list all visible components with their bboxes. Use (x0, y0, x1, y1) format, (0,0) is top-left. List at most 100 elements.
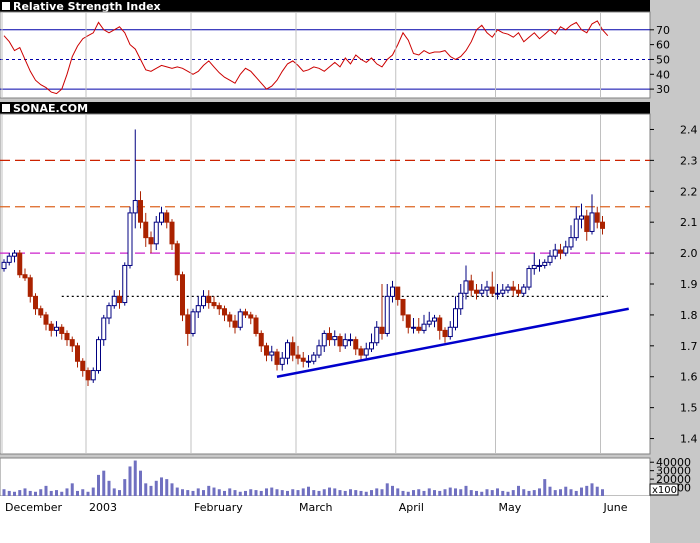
candle-body (358, 348, 364, 356)
candle-body (547, 255, 553, 263)
price-tick-label: 1.4 (680, 433, 698, 446)
stock-chart: Relative Strength Index 70 6050 40 30 SONAE… (0, 0, 700, 543)
candle-body (327, 332, 332, 341)
volume-bar (144, 483, 148, 496)
volume-bar (433, 490, 436, 496)
volume-bar (375, 488, 379, 496)
volume-bar (417, 489, 421, 496)
volume-bar (538, 488, 541, 496)
volume-bar (76, 490, 79, 496)
candle-body (542, 261, 548, 266)
volume-bar (160, 477, 163, 496)
volume-bar (506, 491, 510, 496)
volume-bar (170, 483, 174, 496)
volume-bar (233, 490, 237, 496)
volume-bar (2, 489, 6, 496)
volume-bar (191, 490, 195, 496)
volume-bar (107, 480, 111, 496)
candle-body (169, 221, 175, 245)
volume-bar (480, 491, 484, 496)
volume-bar (18, 490, 22, 496)
candle-body (510, 286, 516, 291)
candle-body (474, 289, 479, 294)
candle-body (311, 354, 317, 362)
price-tick-label: 2.2 (680, 185, 698, 198)
candle-body (531, 264, 537, 270)
volume-bar (585, 485, 589, 496)
volume-bar (490, 490, 494, 496)
candle-body (96, 339, 101, 372)
volume-bar (496, 488, 499, 496)
candle-body (243, 311, 248, 316)
candle-body (85, 370, 91, 381)
volume-bar (464, 485, 468, 496)
volume-bar (338, 490, 342, 496)
volume-bar (380, 489, 384, 496)
candle-body (453, 308, 458, 328)
candle-body (563, 246, 569, 254)
candle-body (589, 212, 595, 232)
price-y-axis: 2.4 2.3 2.2 2.1 2.0 1.9 1.8 1.7 1.6 1.5 1.4 (650, 123, 698, 446)
candle-body (54, 326, 59, 331)
volume-bar (65, 488, 69, 496)
price-plot-area (0, 113, 651, 455)
candle-body (6, 255, 12, 263)
volume-bar (454, 488, 457, 496)
candle-body (384, 295, 390, 334)
volume-bar (396, 488, 400, 496)
candle-body (353, 339, 359, 350)
volume-bar (354, 490, 358, 496)
candle-body (405, 314, 411, 328)
candle-body (584, 215, 590, 232)
volume-bar (438, 490, 442, 496)
volume-bar (370, 490, 373, 496)
volume-bar (427, 488, 431, 496)
candle-body (258, 332, 264, 347)
volume-bar (86, 491, 90, 496)
volume-bar (459, 489, 463, 496)
volume-bar (559, 489, 562, 496)
candle-body (122, 264, 128, 304)
month-label: February (194, 501, 243, 514)
candle-body (279, 357, 285, 365)
volume-bar (175, 487, 179, 496)
candle-body (442, 329, 448, 338)
price-tick-label: 1.8 (680, 309, 698, 322)
candle-body (38, 308, 44, 316)
price-tick-label: 2.1 (680, 216, 698, 229)
candle-body (363, 348, 369, 356)
volume-bar (223, 490, 226, 496)
volume-bar (249, 489, 253, 496)
candle-body (568, 237, 574, 248)
volume-bar (23, 488, 27, 496)
volume-bar (112, 488, 116, 496)
candle-body (416, 326, 422, 331)
volume-bar (44, 485, 48, 496)
candle-body (1, 261, 7, 270)
candle-body (227, 314, 233, 322)
candle-body (64, 332, 70, 341)
candle-body (505, 286, 511, 291)
volume-bar (275, 489, 279, 496)
candle-body (500, 289, 506, 294)
volume-bar (55, 490, 58, 496)
volume-bar (548, 486, 552, 496)
candle-body (253, 317, 259, 334)
volume-bar (212, 487, 216, 496)
candle-body (269, 351, 275, 356)
candle-body (316, 345, 322, 356)
candle-body (321, 332, 327, 347)
volume-bar (401, 490, 405, 496)
candle-body (75, 345, 80, 362)
candle-body (458, 292, 464, 310)
candle-body (342, 339, 348, 347)
price-panel-title: SONAE.COM (13, 102, 88, 115)
volume-bar (601, 489, 604, 496)
volume-bar (422, 490, 426, 496)
volume-bar (333, 488, 337, 496)
volume-bar (469, 490, 473, 496)
candle-body (437, 317, 443, 331)
candle-body (468, 280, 474, 291)
volume-bar (301, 488, 305, 496)
volume-bar (595, 486, 599, 496)
